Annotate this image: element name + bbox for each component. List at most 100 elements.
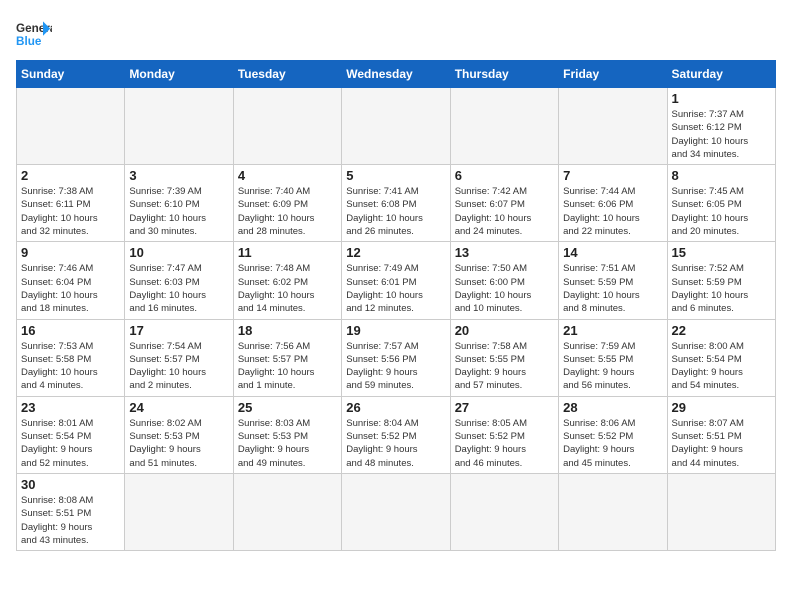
day-info: Sunrise: 7:54 AM Sunset: 5:57 PM Dayligh…: [129, 340, 228, 393]
day-info: Sunrise: 8:06 AM Sunset: 5:52 PM Dayligh…: [563, 417, 662, 470]
calendar-cell: 22 Sunrise: 8:00 AM Sunset: 5:54 PM Dayli…: [667, 319, 775, 396]
day-info: Sunrise: 8:08 AM Sunset: 5:51 PM Dayligh…: [21, 494, 120, 547]
day-info: Sunrise: 7:39 AM Sunset: 6:10 PM Dayligh…: [129, 185, 228, 238]
calendar-cell: 24 Sunrise: 8:02 AM Sunset: 5:53 PM Dayli…: [125, 396, 233, 473]
day-number: 29: [672, 400, 771, 415]
day-number: 24: [129, 400, 228, 415]
col-header-saturday: Saturday: [667, 61, 775, 88]
day-info: Sunrise: 8:02 AM Sunset: 5:53 PM Dayligh…: [129, 417, 228, 470]
calendar-cell: [342, 473, 450, 550]
day-number: 11: [238, 245, 337, 260]
day-info: Sunrise: 8:07 AM Sunset: 5:51 PM Dayligh…: [672, 417, 771, 470]
calendar-cell: 11 Sunrise: 7:48 AM Sunset: 6:02 PM Dayli…: [233, 242, 341, 319]
calendar-cell: 7 Sunrise: 7:44 AM Sunset: 6:06 PM Daylig…: [559, 165, 667, 242]
day-info: Sunrise: 7:52 AM Sunset: 5:59 PM Dayligh…: [672, 262, 771, 315]
calendar-cell: 17 Sunrise: 7:54 AM Sunset: 5:57 PM Dayli…: [125, 319, 233, 396]
calendar-cell: 6 Sunrise: 7:42 AM Sunset: 6:07 PM Daylig…: [450, 165, 558, 242]
calendar-cell: 30 Sunrise: 8:08 AM Sunset: 5:51 PM Dayli…: [17, 473, 125, 550]
calendar-week-row: 9 Sunrise: 7:46 AM Sunset: 6:04 PM Daylig…: [17, 242, 776, 319]
day-number: 26: [346, 400, 445, 415]
calendar-cell: [450, 473, 558, 550]
day-number: 9: [21, 245, 120, 260]
calendar-cell: 28 Sunrise: 8:06 AM Sunset: 5:52 PM Dayli…: [559, 396, 667, 473]
day-info: Sunrise: 7:44 AM Sunset: 6:06 PM Dayligh…: [563, 185, 662, 238]
logo: General Blue: [16, 16, 52, 52]
day-number: 7: [563, 168, 662, 183]
day-number: 10: [129, 245, 228, 260]
day-info: Sunrise: 7:46 AM Sunset: 6:04 PM Dayligh…: [21, 262, 120, 315]
calendar-cell: [233, 88, 341, 165]
day-info: Sunrise: 7:53 AM Sunset: 5:58 PM Dayligh…: [21, 340, 120, 393]
day-number: 8: [672, 168, 771, 183]
day-info: Sunrise: 7:51 AM Sunset: 5:59 PM Dayligh…: [563, 262, 662, 315]
calendar-cell: 3 Sunrise: 7:39 AM Sunset: 6:10 PM Daylig…: [125, 165, 233, 242]
day-number: 17: [129, 323, 228, 338]
day-number: 19: [346, 323, 445, 338]
calendar-cell: 25 Sunrise: 8:03 AM Sunset: 5:53 PM Dayli…: [233, 396, 341, 473]
day-number: 25: [238, 400, 337, 415]
day-number: 18: [238, 323, 337, 338]
calendar-cell: 29 Sunrise: 8:07 AM Sunset: 5:51 PM Dayli…: [667, 396, 775, 473]
day-number: 23: [21, 400, 120, 415]
day-info: Sunrise: 8:00 AM Sunset: 5:54 PM Dayligh…: [672, 340, 771, 393]
day-info: Sunrise: 7:37 AM Sunset: 6:12 PM Dayligh…: [672, 108, 771, 161]
day-info: Sunrise: 7:41 AM Sunset: 6:08 PM Dayligh…: [346, 185, 445, 238]
calendar-cell: [125, 473, 233, 550]
day-number: 4: [238, 168, 337, 183]
day-info: Sunrise: 8:01 AM Sunset: 5:54 PM Dayligh…: [21, 417, 120, 470]
calendar-cell: 26Sunrise: 8:04 AM Sunset: 5:52 PM Dayli…: [342, 396, 450, 473]
calendar-cell: [233, 473, 341, 550]
day-info: Sunrise: 7:48 AM Sunset: 6:02 PM Dayligh…: [238, 262, 337, 315]
day-number: 22: [672, 323, 771, 338]
col-header-thursday: Thursday: [450, 61, 558, 88]
col-header-friday: Friday: [559, 61, 667, 88]
calendar-cell: [17, 88, 125, 165]
day-number: 14: [563, 245, 662, 260]
day-info: Sunrise: 7:59 AM Sunset: 5:55 PM Dayligh…: [563, 340, 662, 393]
day-number: 3: [129, 168, 228, 183]
day-info: Sunrise: 7:57 AM Sunset: 5:56 PM Dayligh…: [346, 340, 445, 393]
calendar-cell: 5Sunrise: 7:41 AM Sunset: 6:08 PM Daylig…: [342, 165, 450, 242]
day-info: Sunrise: 7:56 AM Sunset: 5:57 PM Dayligh…: [238, 340, 337, 393]
calendar-cell: 10 Sunrise: 7:47 AM Sunset: 6:03 PM Dayli…: [125, 242, 233, 319]
calendar-cell: [342, 88, 450, 165]
calendar-cell: 16 Sunrise: 7:53 AM Sunset: 5:58 PM Dayli…: [17, 319, 125, 396]
day-number: 28: [563, 400, 662, 415]
calendar-cell: 12Sunrise: 7:49 AM Sunset: 6:01 PM Dayli…: [342, 242, 450, 319]
day-number: 12: [346, 245, 445, 260]
calendar-week-row: 1Sunrise: 7:37 AM Sunset: 6:12 PM Daylig…: [17, 88, 776, 165]
col-header-tuesday: Tuesday: [233, 61, 341, 88]
day-info: Sunrise: 7:58 AM Sunset: 5:55 PM Dayligh…: [455, 340, 554, 393]
day-number: 20: [455, 323, 554, 338]
day-number: 16: [21, 323, 120, 338]
calendar-cell: [125, 88, 233, 165]
calendar-cell: 1Sunrise: 7:37 AM Sunset: 6:12 PM Daylig…: [667, 88, 775, 165]
calendar-cell: 21 Sunrise: 7:59 AM Sunset: 5:55 PM Dayli…: [559, 319, 667, 396]
day-number: 21: [563, 323, 662, 338]
calendar-cell: 2Sunrise: 7:38 AM Sunset: 6:11 PM Daylig…: [17, 165, 125, 242]
day-info: Sunrise: 8:03 AM Sunset: 5:53 PM Dayligh…: [238, 417, 337, 470]
calendar-cell: 27Sunrise: 8:05 AM Sunset: 5:52 PM Dayli…: [450, 396, 558, 473]
calendar-cell: 13 Sunrise: 7:50 AM Sunset: 6:00 PM Dayli…: [450, 242, 558, 319]
day-number: 27: [455, 400, 554, 415]
calendar-cell: [450, 88, 558, 165]
logo-icon: General Blue: [16, 16, 52, 52]
calendar-cell: [559, 88, 667, 165]
day-number: 13: [455, 245, 554, 260]
day-number: 15: [672, 245, 771, 260]
day-number: 30: [21, 477, 120, 492]
page-header: General Blue: [16, 16, 776, 52]
col-header-monday: Monday: [125, 61, 233, 88]
calendar-week-row: 23 Sunrise: 8:01 AM Sunset: 5:54 PM Dayli…: [17, 396, 776, 473]
calendar-cell: 20 Sunrise: 7:58 AM Sunset: 5:55 PM Dayli…: [450, 319, 558, 396]
calendar-cell: 9 Sunrise: 7:46 AM Sunset: 6:04 PM Daylig…: [17, 242, 125, 319]
calendar-table: SundayMondayTuesdayWednesdayThursdayFrid…: [16, 60, 776, 551]
day-info: Sunrise: 7:40 AM Sunset: 6:09 PM Dayligh…: [238, 185, 337, 238]
calendar-week-row: 30 Sunrise: 8:08 AM Sunset: 5:51 PM Dayli…: [17, 473, 776, 550]
calendar-cell: 4 Sunrise: 7:40 AM Sunset: 6:09 PM Daylig…: [233, 165, 341, 242]
day-number: 6: [455, 168, 554, 183]
day-info: Sunrise: 7:47 AM Sunset: 6:03 PM Dayligh…: [129, 262, 228, 315]
calendar-header-row: SundayMondayTuesdayWednesdayThursdayFrid…: [17, 61, 776, 88]
day-info: Sunrise: 7:50 AM Sunset: 6:00 PM Dayligh…: [455, 262, 554, 315]
day-info: Sunrise: 7:42 AM Sunset: 6:07 PM Dayligh…: [455, 185, 554, 238]
